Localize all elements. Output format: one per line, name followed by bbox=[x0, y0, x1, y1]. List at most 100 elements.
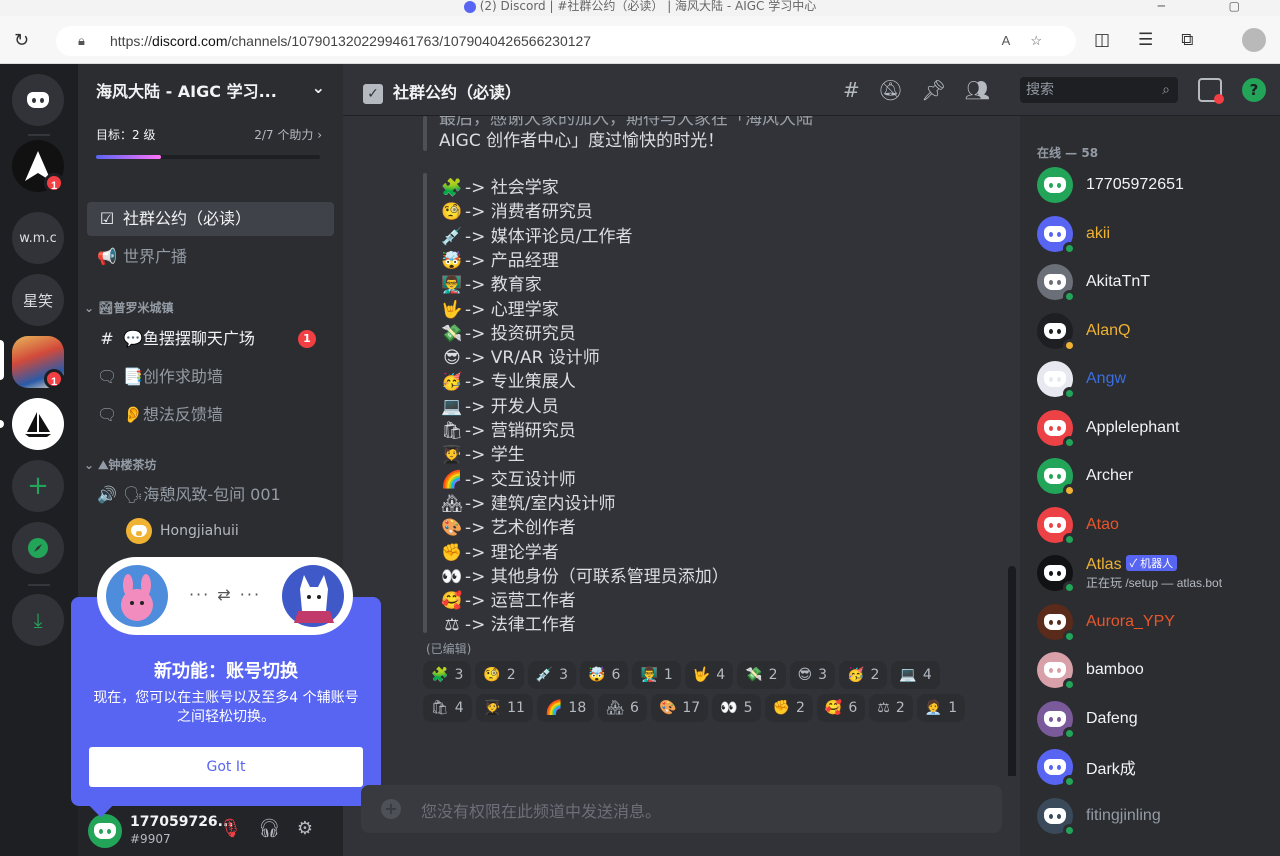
channel-chat-plaza[interactable]: # 💬鱼摆摆聊天广场 1 bbox=[87, 322, 334, 356]
voice-channel[interactable]: 🔊 🗣海憩风致-包间 001 bbox=[87, 478, 334, 512]
reaction-chip[interactable]: 👀 5 bbox=[712, 694, 761, 722]
reaction-emoji: 🥳 bbox=[847, 667, 865, 683]
gear-icon[interactable]: ⚙ bbox=[297, 818, 329, 839]
reaction-count: 5 bbox=[743, 700, 753, 716]
scrollbar[interactable] bbox=[1008, 566, 1016, 776]
bell-muted-icon[interactable]: 🔕︎ bbox=[878, 78, 921, 102]
member-item[interactable]: Atao bbox=[1037, 503, 1277, 547]
explore-icon[interactable] bbox=[12, 522, 64, 574]
got-it-button[interactable]: Got It bbox=[89, 747, 363, 787]
reaction-chip[interactable]: ✊ 2 bbox=[764, 694, 813, 722]
reload-icon[interactable]: ↻ bbox=[14, 30, 29, 51]
members-icon[interactable]: 👥︎ bbox=[965, 78, 1008, 102]
status-indicator bbox=[1063, 338, 1076, 352]
direct-messages-button[interactable] bbox=[12, 74, 64, 126]
role-line: ⚖ -> 法律工作者 bbox=[439, 610, 575, 635]
quote-bar bbox=[423, 173, 427, 633]
member-item[interactable]: Angw bbox=[1037, 357, 1277, 401]
reaction-chip[interactable]: 🧐 2 bbox=[475, 661, 524, 689]
role-text: -> 专业策展人 bbox=[465, 372, 576, 393]
sailboat-icon bbox=[25, 412, 51, 437]
status-indicator bbox=[1063, 435, 1076, 449]
role-emoji: 🌈 bbox=[441, 469, 463, 490]
member-info: 17705972651 bbox=[1086, 176, 1184, 194]
discord-favicon-icon bbox=[463, 0, 476, 13]
reaction-chip[interactable]: 🎨 17 bbox=[650, 694, 709, 722]
member-info: fitingjinling bbox=[1086, 807, 1161, 825]
reaction-chip[interactable]: 🧑‍🎓 11 bbox=[475, 694, 533, 722]
server-header[interactable]: 海风大陆 - AIGC 学习... ⌄ bbox=[78, 64, 343, 116]
help-icon[interactable]: ? bbox=[1242, 78, 1266, 102]
reaction-chip[interactable]: 👨‍🏫 1 bbox=[632, 661, 681, 689]
inbox-icon[interactable] bbox=[1198, 78, 1224, 104]
boost-progress[interactable]: 目标：2 级 2/7 个助力 › bbox=[96, 126, 322, 159]
boost-goal: 目标：2 级 bbox=[96, 128, 156, 142]
megaphone-icon: 📢 bbox=[97, 247, 117, 266]
user-controls[interactable]: 🎙︎🎧︎⚙ bbox=[219, 818, 329, 839]
role-emoji: 🛍 bbox=[441, 421, 463, 441]
category-prometheus[interactable]: ⌄ 🏞普罗米城镇 bbox=[84, 299, 173, 316]
reaction-chip[interactable]: 🌈 18 bbox=[536, 694, 595, 722]
member-item[interactable]: Archer bbox=[1037, 454, 1277, 498]
channel-rules[interactable]: ☑ 社群公约（必读） bbox=[87, 202, 334, 236]
reaction-chip[interactable]: ⚖ 2 bbox=[869, 694, 913, 722]
reaction-chip[interactable]: 🧑‍💼 1 bbox=[916, 694, 966, 722]
reaction-chip[interactable]: 💉 3 bbox=[527, 661, 577, 689]
pin-icon[interactable]: 📌︎ bbox=[921, 78, 964, 102]
window-controls[interactable]: ─ ▢ bbox=[1158, 0, 1270, 12]
voice-user[interactable]: Hongjiahuii bbox=[126, 518, 239, 544]
user-avatar[interactable] bbox=[88, 814, 122, 848]
threads-icon[interactable]: # bbox=[843, 78, 878, 102]
rules-icon: ✓ bbox=[363, 84, 383, 104]
add-server-icon[interactable]: + bbox=[12, 460, 64, 512]
channel-feedback-wall[interactable]: 🗨 👂想法反馈墙 bbox=[87, 398, 334, 432]
browser-toolbar-icons[interactable]: ◫☰⧉ bbox=[1094, 30, 1221, 50]
server-icon-midjourney[interactable] bbox=[12, 398, 64, 450]
member-item[interactable]: AkitaTnT bbox=[1037, 260, 1277, 304]
reaction-list: 🧩 3 🧐 2 💉 3 🤯 6 👨‍🏫 1 🤟 4 💸 2 😎 3 🥳 2 💻 4 🛍 4 🧑‍🎓 11 🌈 18 🏘 6 🎨 17 👀 5 ✊… bbox=[423, 661, 983, 727]
status-indicator bbox=[1063, 678, 1076, 691]
reaction-chip[interactable]: 🤟 4 bbox=[684, 661, 734, 689]
download-apps-icon[interactable]: ⤓ bbox=[12, 594, 64, 646]
reaction-chip[interactable]: 🥰 6 bbox=[816, 694, 866, 722]
member-item[interactable]: akii bbox=[1037, 212, 1277, 256]
reaction-chip[interactable]: 🤯 6 bbox=[580, 661, 629, 689]
member-name: Aurora_YPY bbox=[1086, 613, 1175, 631]
reaction-chip[interactable]: 😎 3 bbox=[789, 661, 836, 689]
reaction-chip[interactable]: 🛍 4 bbox=[423, 694, 472, 722]
server-icon-wmc[interactable]: w.m.c bbox=[12, 212, 64, 264]
chevron-down-icon[interactable]: ⌄ bbox=[312, 78, 325, 97]
read-aloud-favorite-icons[interactable]: A☆ bbox=[1002, 26, 1062, 56]
member-info: Angw bbox=[1086, 370, 1126, 388]
member-item[interactable]: Aurora_YPY bbox=[1037, 600, 1277, 644]
reaction-count: 17 bbox=[682, 700, 701, 716]
window-titlebar: (2) Discord | #社群公约（必读） | 海风大陆 - AIGC 学习… bbox=[0, 0, 1280, 16]
member-item[interactable]: Applelephant bbox=[1037, 406, 1277, 450]
member-item[interactable]: 17705972651 bbox=[1037, 163, 1277, 207]
member-item[interactable]: Dafeng bbox=[1037, 697, 1277, 741]
member-item[interactable]: Atlas ✓ 机器人 正在玩 /setup — atlas.bot bbox=[1037, 551, 1277, 595]
discord-logo-icon bbox=[1044, 322, 1066, 339]
url-field[interactable]: 🔒︎ https://discord.com/channels/10790132… bbox=[56, 26, 1076, 56]
search-input[interactable]: 搜索 ⌕ bbox=[1020, 77, 1178, 103]
role-emoji: 🥰 bbox=[441, 591, 463, 612]
channel-announcements[interactable]: 📢 世界广播 bbox=[87, 240, 334, 274]
channel-help-wall[interactable]: 🗨 📑创作求助墙 bbox=[87, 360, 334, 394]
reaction-chip[interactable]: 💸 2 bbox=[737, 661, 786, 689]
reaction-chip[interactable]: 🥳 2 bbox=[839, 661, 888, 689]
profile-avatar[interactable] bbox=[1242, 28, 1266, 52]
category-bell-tower[interactable]: ⌄ ⛰钟楼茶坊 bbox=[84, 456, 156, 473]
header-toolbar[interactable]: #🔕︎📌︎👥︎ bbox=[843, 78, 1008, 102]
role-text: -> 媒体评论员/工作者 bbox=[465, 226, 633, 247]
headphones-icon[interactable]: 🎧︎ bbox=[258, 818, 297, 839]
member-item[interactable]: fitingjinling bbox=[1037, 794, 1277, 838]
server-icon-star[interactable]: 星笑 bbox=[12, 274, 64, 326]
member-item[interactable]: AlanQ bbox=[1037, 309, 1277, 353]
member-item[interactable]: Dark成 bbox=[1037, 745, 1277, 789]
lock-icon[interactable]: 🔒︎ bbox=[78, 26, 85, 56]
mic-muted-icon[interactable]: 🎙︎ bbox=[219, 818, 258, 839]
member-item[interactable]: bamboo bbox=[1037, 648, 1277, 692]
reaction-chip[interactable]: 🏘 6 bbox=[598, 694, 647, 722]
reaction-chip[interactable]: 💻 4 bbox=[891, 661, 940, 689]
reaction-chip[interactable]: 🧩 3 bbox=[423, 661, 472, 689]
